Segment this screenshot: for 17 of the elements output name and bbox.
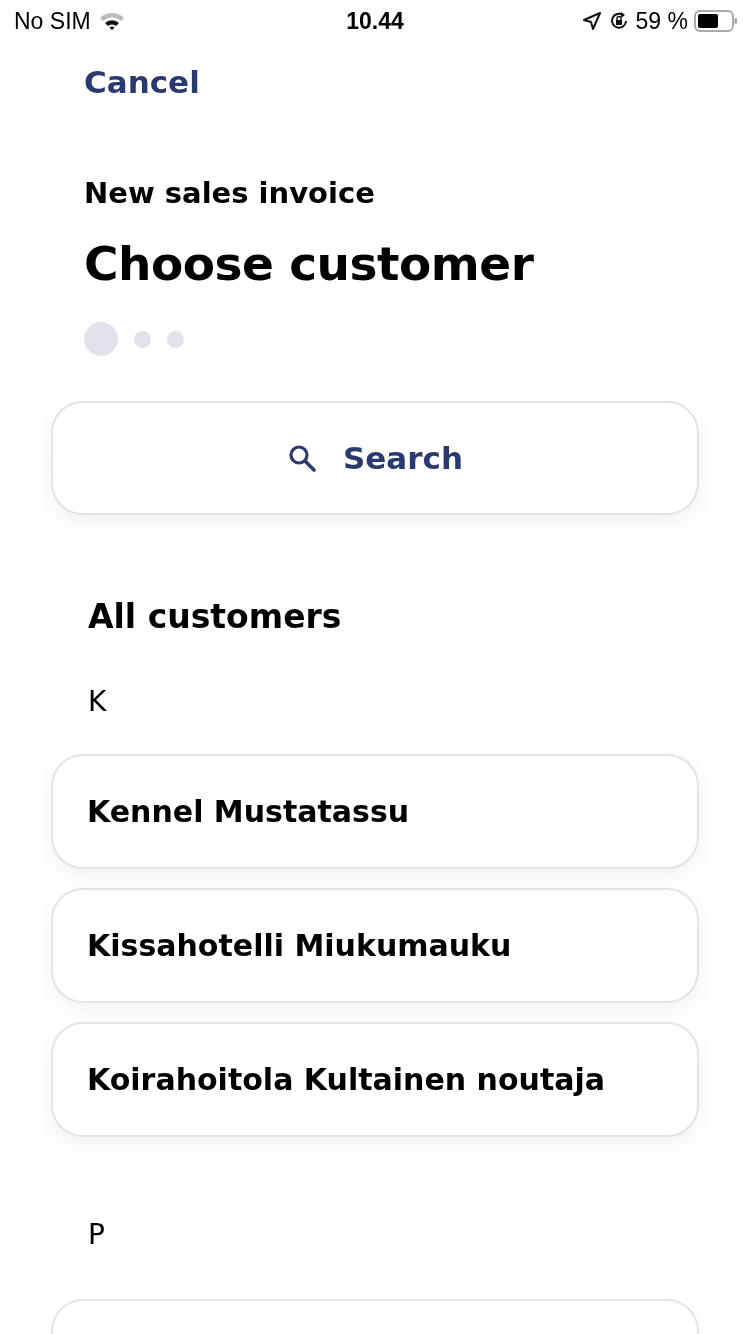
search-button[interactable]: Search: [51, 401, 699, 515]
group-letter: P: [88, 1218, 106, 1251]
customer-item[interactable]: Koirahoitola Kultainen noutaja: [51, 1022, 699, 1137]
group-letter: K: [88, 685, 108, 718]
wifi-icon: [98, 11, 125, 31]
clock-time: 10.44: [345, 7, 405, 35]
section-heading: All customers: [88, 597, 343, 638]
battery-icon: [694, 10, 738, 32]
battery-percent: 59 %: [635, 7, 688, 35]
carrier-text: No SIM: [14, 7, 91, 35]
subtitle-text: New sales invoice: [84, 176, 376, 210]
search-icon: [287, 443, 317, 473]
customer-item[interactable]: Kennel Mustatassu: [51, 754, 699, 869]
customer-item[interactable]: Kissahotelli Miukumauku: [51, 888, 699, 1003]
cancel-link[interactable]: Cancel: [84, 64, 200, 100]
page-title: Choose customer: [84, 236, 535, 291]
location-arrow-icon: [581, 11, 602, 31]
